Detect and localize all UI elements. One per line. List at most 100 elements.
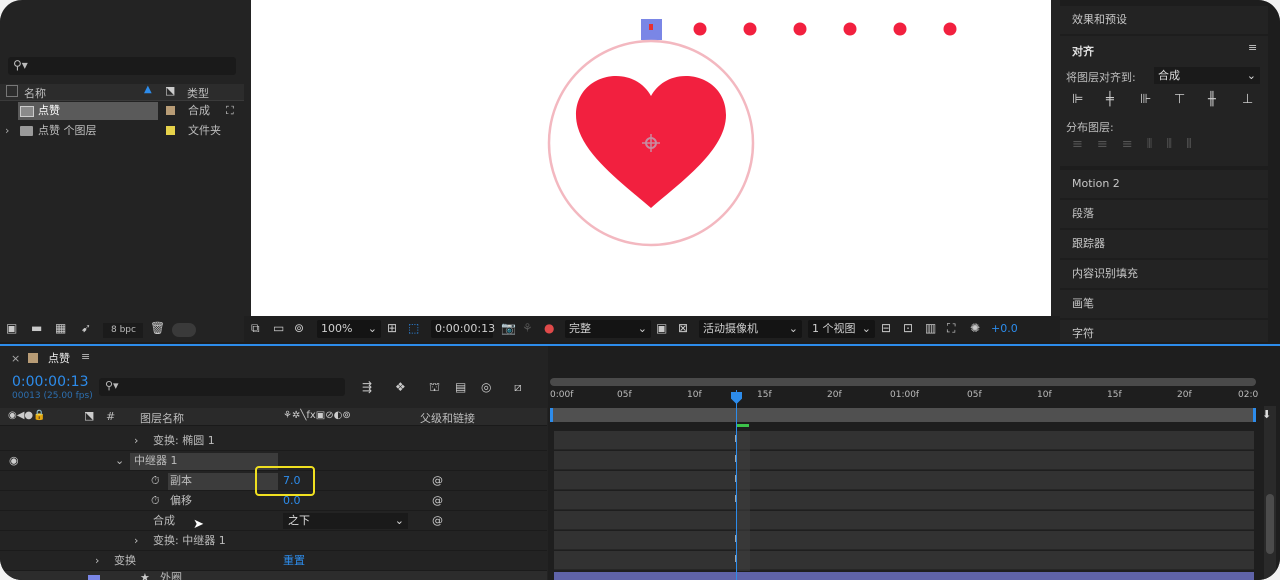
chevron-right-icon[interactable]: › — [134, 431, 138, 451]
exposure-value[interactable]: +0.0 — [991, 322, 1018, 335]
panel-paragraph[interactable]: 段落 — [1060, 200, 1268, 228]
stopwatch-icon[interactable]: ⏱ — [151, 491, 160, 511]
layer-property-row[interactable]: › 变换: 中继器 1 — [0, 531, 547, 551]
flowchart-icon[interactable]: ⛶ — [947, 321, 955, 336]
sort-ascending-icon[interactable]: ▲ — [144, 84, 152, 95]
panel-brushes[interactable]: 画笔 — [1060, 290, 1268, 318]
chevron-right-icon[interactable]: › — [134, 531, 138, 551]
snapshot-icon[interactable]: 📷 — [501, 321, 516, 335]
transparency-grid-icon[interactable]: ⊠ — [678, 321, 688, 335]
grid-icon[interactable]: ⊞ — [387, 321, 397, 335]
eye-icon[interactable]: ◉ — [9, 451, 19, 471]
camera-dropdown[interactable]: 活动摄像机 ⌄ — [699, 320, 802, 338]
project-search-input[interactable]: ⚲▾ — [8, 57, 236, 75]
project-item-comp[interactable]: 点赞 合成 ⛶ — [0, 102, 244, 120]
panel-menu-icon[interactable]: ≡ — [1248, 41, 1257, 54]
panel-content-aware-fill[interactable]: 内容识别填充 — [1060, 260, 1268, 288]
3d-draft-icon[interactable]: ⊡ — [903, 321, 913, 335]
layer-property-row[interactable]: › 变换 重置 — [0, 551, 547, 571]
align-to-dropdown[interactable]: 合成 ⌄ — [1154, 67, 1260, 84]
reset-link[interactable]: 重置 — [283, 551, 305, 571]
expression-spiral-icon[interactable]: @ — [432, 471, 443, 491]
comp-duration-bar[interactable] — [550, 408, 1256, 422]
fast-preview-icon[interactable]: ▣ — [656, 321, 667, 335]
current-timecode[interactable]: 0:00:00:13 — [12, 374, 89, 390]
comp-marker-icon[interactable]: ⬇ — [1262, 408, 1271, 421]
close-icon[interactable]: × — [11, 352, 20, 365]
resolution-dropdown[interactable]: 完整 ⌄ — [565, 320, 651, 338]
align-to-label: 将图层对齐到: — [1066, 71, 1136, 84]
composition-canvas[interactable] — [251, 0, 1051, 316]
always-preview-icon[interactable]: ⧉ — [251, 321, 260, 336]
project-item-folder[interactable]: › 点赞 个图层 文件夹 — [0, 122, 244, 140]
timeline-icon[interactable]: ▥ — [925, 321, 936, 335]
render-icon[interactable]: ➹ — [81, 321, 91, 335]
frame-blending-icon[interactable]: ▤ — [455, 380, 466, 394]
trash-icon[interactable]: 🗑 — [150, 321, 165, 335]
show-snapshot-icon[interactable]: ⚘ — [522, 321, 533, 335]
tab-menu-icon[interactable]: ≡ — [81, 350, 90, 363]
layer-row[interactable]: ★ 外圈 — [0, 571, 547, 580]
graph-editor-icon[interactable]: ⧄ — [514, 380, 522, 395]
panel-motion2[interactable]: Motion 2 — [1060, 170, 1268, 198]
offset-value[interactable]: 0.0 — [283, 491, 301, 511]
layer-property-row[interactable]: ⏱ 偏移 0.0 @ — [0, 491, 547, 511]
layer-property-row[interactable]: › 变换: 椭圆 1 — [0, 431, 547, 451]
motion-blur-icon[interactable]: ◎ — [481, 380, 491, 394]
monitor-icon[interactable]: ▭ — [273, 321, 284, 335]
toggle-pixel-aspect-icon[interactable]: ⊟ — [881, 321, 891, 335]
timeline-track[interactable] — [554, 451, 1254, 470]
interpret-footage-icon[interactable]: ▣ — [6, 321, 17, 335]
new-folder-icon[interactable]: ▬ — [31, 321, 42, 335]
timeline-track[interactable] — [554, 511, 1254, 530]
chevron-right-icon[interactable]: › — [5, 122, 9, 140]
vertical-scrollbar[interactable] — [1264, 406, 1276, 580]
chevron-down-icon[interactable]: ⌄ — [115, 451, 124, 471]
align-hcenter-icon[interactable]: ╪ — [1106, 92, 1114, 107]
parent-link-header[interactable]: 父级和链接 — [420, 410, 475, 426]
timeline-track[interactable] — [554, 531, 1254, 550]
effects-presets-panel[interactable]: 效果和预设 — [1060, 6, 1268, 34]
comp-tab-title[interactable]: 点赞 — [48, 350, 70, 366]
composite-dropdown[interactable]: 之下 ⌄ — [283, 513, 408, 529]
chevron-right-icon[interactable]: › — [95, 551, 99, 571]
work-area-bar[interactable] — [550, 378, 1256, 386]
mask-visibility-icon[interactable]: ⊚ — [294, 321, 304, 335]
timeline-track[interactable] — [554, 471, 1254, 490]
panel-character[interactable]: 字符 — [1060, 320, 1268, 342]
layer-property-row[interactable]: 合成 ➤ 之下 ⌄ @ — [0, 511, 547, 532]
scroll-thumb[interactable] — [1266, 494, 1274, 554]
align-bottom-icon[interactable]: ⊥ — [1242, 92, 1253, 107]
new-comp-icon[interactable]: ▦ — [55, 321, 66, 335]
timeline-track[interactable] — [554, 431, 1254, 450]
stopwatch-icon[interactable]: ⏱ — [151, 471, 160, 491]
column-name-label[interactable]: 名称 — [24, 85, 46, 101]
expression-spiral-icon[interactable]: @ — [432, 491, 443, 511]
panel-tracker[interactable]: 跟踪器 — [1060, 230, 1268, 258]
bit-depth-button[interactable]: 8 bpc — [103, 323, 143, 338]
views-dropdown[interactable]: 1 个视图 ⌄ — [808, 320, 875, 338]
label-tag-icon[interactable]: ⬔ — [165, 84, 175, 97]
toggle-pill[interactable] — [172, 323, 196, 337]
align-vcenter-icon[interactable]: ╫ — [1208, 92, 1216, 107]
align-right-icon[interactable]: ⊪ — [1140, 92, 1151, 107]
timeline-track[interactable] — [554, 551, 1254, 570]
flowchart-icon[interactable]: ⛶ — [226, 102, 234, 120]
draft-3d-icon[interactable]: ❖ — [395, 380, 406, 394]
align-left-icon[interactable]: ⊫ — [1072, 92, 1083, 107]
reset-exposure-icon[interactable]: ✺ — [970, 321, 980, 335]
shy-icon[interactable]: ⛫ — [429, 380, 440, 396]
zoom-dropdown[interactable]: 100% ⌄ — [317, 320, 381, 338]
layer-property-row[interactable]: ⏱ 副本 7.0 @ — [0, 466, 547, 496]
timeline-track[interactable] — [554, 491, 1254, 510]
align-top-icon[interactable]: ⊤ — [1174, 92, 1185, 107]
color-channel-icon[interactable]: ● — [544, 321, 554, 335]
layer-name-header[interactable]: 图层名称 — [140, 410, 184, 426]
column-type-label[interactable]: 类型 — [187, 85, 209, 101]
layer-duration-bar[interactable] — [554, 572, 1254, 580]
region-of-interest-icon[interactable]: ⬚ — [408, 321, 419, 335]
comp-mini-flowchart-icon[interactable]: ⇶ — [362, 380, 372, 394]
timecode-field[interactable]: 0:00:00:13 — [431, 320, 495, 338]
layer-search-input[interactable]: ⚲▾ — [99, 378, 345, 396]
expression-spiral-icon[interactable]: @ — [432, 511, 443, 531]
